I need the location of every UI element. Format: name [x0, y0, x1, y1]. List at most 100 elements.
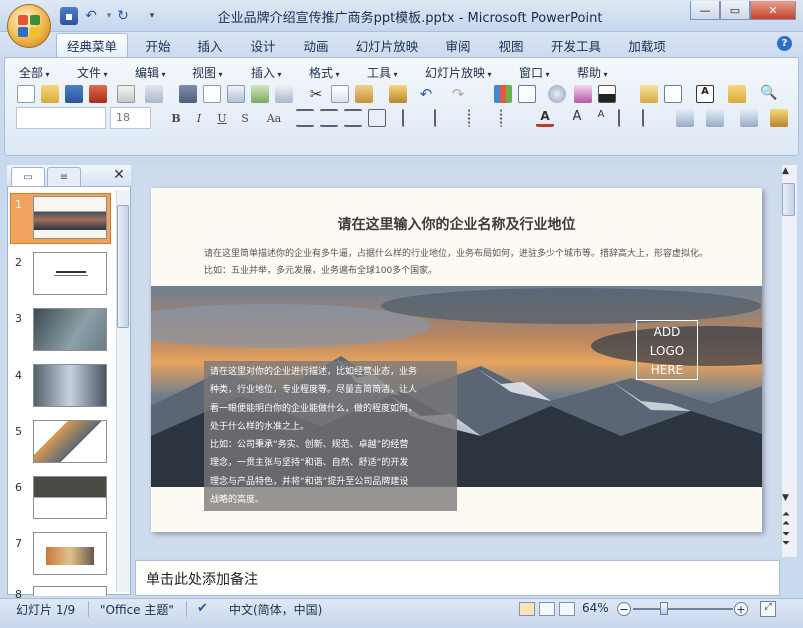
- layout-icon[interactable]: [664, 85, 682, 103]
- tab-design[interactable]: 设计: [243, 33, 283, 57]
- underline-button[interactable]: U: [213, 109, 231, 127]
- tab-addins[interactable]: 加载项: [622, 33, 672, 57]
- bullets-icon[interactable]: [500, 109, 518, 127]
- copy-icon[interactable]: [331, 85, 349, 103]
- decrease-indent-icon[interactable]: [618, 109, 636, 127]
- line-spacing-icon[interactable]: [434, 109, 452, 127]
- close-button[interactable]: ✕: [750, 1, 796, 20]
- picture-icon[interactable]: [574, 85, 592, 103]
- close-panel-icon[interactable]: ✕: [111, 167, 127, 183]
- text-direction-icon[interactable]: [402, 109, 420, 127]
- shapes-icon[interactable]: [706, 109, 724, 127]
- menu-format[interactable]: 格式: [309, 64, 340, 81]
- format-painter-icon[interactable]: [389, 85, 407, 103]
- slide-thumbnail-3[interactable]: [33, 308, 107, 351]
- zoom-level[interactable]: 64%: [582, 601, 609, 615]
- folder-icon[interactable]: [728, 85, 746, 103]
- spellcheck-icon[interactable]: ✔: [197, 601, 213, 616]
- slides-tab[interactable]: ▭: [11, 167, 45, 186]
- menu-all[interactable]: 全部: [19, 64, 50, 81]
- language[interactable]: 中文(简体，中国): [229, 601, 322, 618]
- toolbar-redo-icon[interactable]: ↷: [449, 85, 467, 103]
- align-right-icon[interactable]: [344, 109, 362, 127]
- tab-developer[interactable]: 开发工具: [545, 33, 607, 57]
- outline-tab[interactable]: ≡: [47, 167, 81, 186]
- change-case-button[interactable]: Aa: [262, 109, 286, 127]
- page-setup-icon[interactable]: [227, 85, 245, 103]
- scroll-up-icon[interactable]: ▲: [782, 166, 789, 176]
- open-icon[interactable]: [41, 85, 59, 103]
- shrink-font-icon[interactable]: A: [592, 109, 610, 127]
- bold-button[interactable]: B: [167, 109, 185, 127]
- slide-thumbnail-4[interactable]: [33, 364, 107, 407]
- tab-animation[interactable]: 动画: [296, 33, 336, 57]
- slide-thumbnail-5[interactable]: [33, 420, 107, 463]
- slideshow-view-icon[interactable]: [559, 602, 575, 616]
- zoom-slider-thumb[interactable]: [660, 602, 668, 615]
- normal-view-icon[interactable]: [519, 602, 535, 616]
- quick-styles-icon[interactable]: [740, 109, 758, 127]
- spelling-icon[interactable]: [251, 85, 269, 103]
- slide-sorter-view-icon[interactable]: [539, 602, 555, 616]
- increase-indent-icon[interactable]: [642, 109, 660, 127]
- slide-thumbnail-1[interactable]: [33, 196, 107, 239]
- slides-scroll-thumb[interactable]: [117, 205, 129, 328]
- previous-slide-icon[interactable]: ⏶ ⏶: [782, 510, 790, 529]
- menu-file[interactable]: 文件: [77, 64, 108, 81]
- tab-slideshow[interactable]: 幻灯片放映: [352, 33, 422, 57]
- arrange-icon[interactable]: [676, 109, 694, 127]
- theme-name[interactable]: "Office 主题": [100, 601, 174, 618]
- company-description-box[interactable]: 请在这里对你的企业进行描述，比如经营业态，业务 种类，行业地位，专业程度等。尽量…: [204, 361, 457, 511]
- minimize-button[interactable]: —: [690, 1, 720, 20]
- attach-icon[interactable]: [145, 85, 163, 103]
- slide-title[interactable]: 请在这里输入你的企业名称及行业地位: [151, 214, 762, 234]
- menu-insert[interactable]: 插入: [251, 64, 282, 81]
- tab-review[interactable]: 审阅: [438, 33, 478, 57]
- font-color-icon[interactable]: A: [536, 109, 554, 127]
- grow-font-icon[interactable]: A: [568, 109, 586, 127]
- paste-icon[interactable]: [355, 85, 373, 103]
- menu-slideshow[interactable]: 幻灯片放映: [425, 64, 492, 81]
- print-preview-icon[interactable]: [203, 85, 221, 103]
- cut-icon[interactable]: ✂: [307, 85, 325, 103]
- print-icon[interactable]: [179, 85, 197, 103]
- menu-edit[interactable]: 编辑: [135, 64, 166, 81]
- tab-classic-menu[interactable]: 经典菜单: [56, 33, 128, 57]
- slide-thumbnail-2[interactable]: [33, 252, 107, 295]
- shape-fill-icon[interactable]: [770, 109, 788, 127]
- find-icon[interactable]: 🔍: [760, 85, 778, 103]
- pdf-icon[interactable]: [89, 85, 107, 103]
- help-icon[interactable]: ?: [777, 36, 792, 51]
- toolbar-undo-icon[interactable]: ↶: [417, 85, 435, 103]
- zoom-out-icon[interactable]: −: [617, 602, 631, 616]
- scroll-down-icon[interactable]: ▼: [782, 493, 789, 503]
- menu-tools[interactable]: 工具: [367, 64, 398, 81]
- research-icon[interactable]: [275, 85, 293, 103]
- maximize-button[interactable]: ▭: [720, 1, 750, 20]
- font-size-combo[interactable]: 18: [110, 107, 151, 129]
- align-center-icon[interactable]: [320, 109, 338, 127]
- slide-thumbnail-7[interactable]: [33, 532, 107, 575]
- permission-icon[interactable]: [117, 85, 135, 103]
- logo-placeholder[interactable]: ADD LOGO HERE: [636, 320, 698, 380]
- align-left-icon[interactable]: [296, 109, 314, 127]
- table-icon[interactable]: [518, 85, 536, 103]
- next-slide-icon[interactable]: ⏷ ⏷: [782, 530, 790, 549]
- zoom-slider[interactable]: [633, 608, 733, 610]
- redo-icon[interactable]: ↻: [114, 7, 132, 25]
- save-file-icon[interactable]: [65, 85, 83, 103]
- new-icon[interactable]: [17, 85, 35, 103]
- chart-icon[interactable]: [494, 85, 512, 103]
- office-button[interactable]: [7, 4, 51, 48]
- clipart-icon[interactable]: [548, 85, 566, 103]
- textbox-icon[interactable]: A: [696, 85, 714, 103]
- menu-window[interactable]: 窗口: [519, 64, 550, 81]
- slide-scroll-thumb[interactable]: [782, 183, 795, 216]
- tab-view[interactable]: 视图: [491, 33, 531, 57]
- customize-quick-access-icon[interactable]: ▾: [143, 7, 161, 25]
- zoom-in-icon[interactable]: +: [734, 602, 748, 616]
- slide-thumbnail-6[interactable]: [33, 476, 107, 519]
- menu-help[interactable]: 帮助: [577, 64, 608, 81]
- new-slide-icon[interactable]: [640, 85, 658, 103]
- slide-description[interactable]: 请在这里简单描述你的企业有多牛逼，占据什么样的行业地位，业务布局如何，进驻多少个…: [204, 246, 714, 280]
